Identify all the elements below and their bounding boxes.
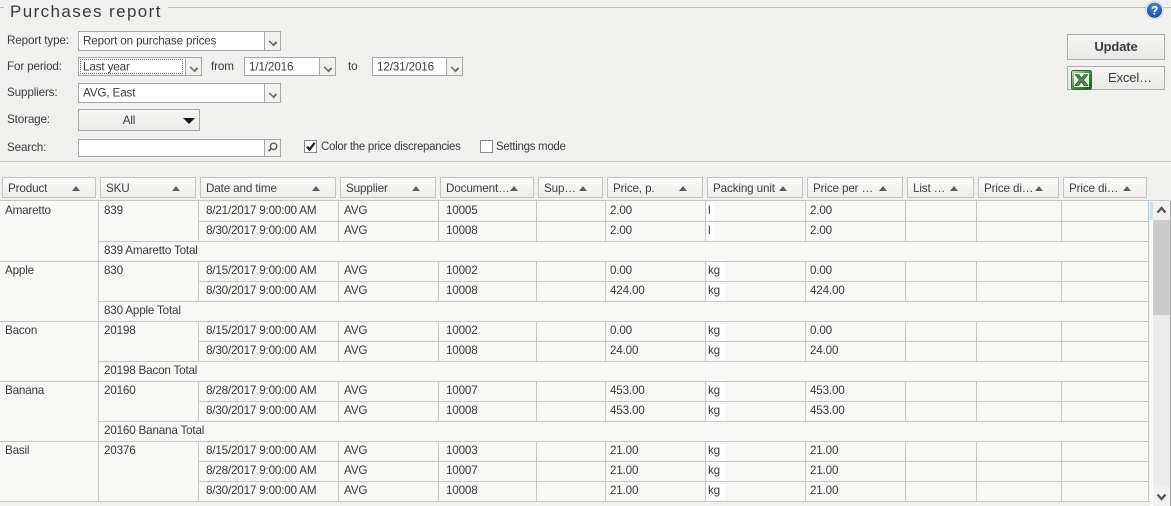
svg-text:?: ? [1151,6,1158,18]
